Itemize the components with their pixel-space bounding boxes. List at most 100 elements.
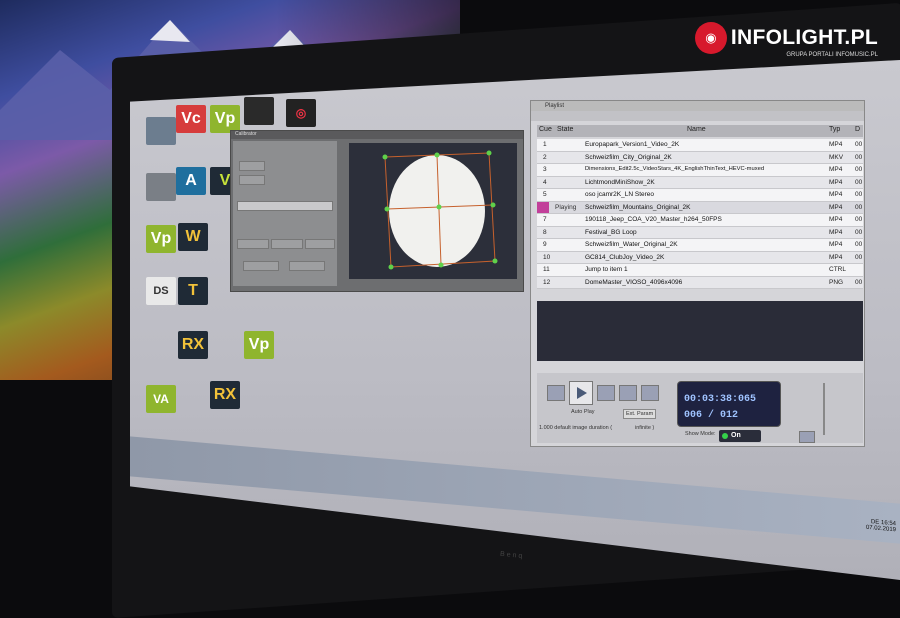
calibrator-button-6[interactable]: [243, 261, 279, 271]
row-index: 1: [543, 141, 547, 148]
taskbar-date: 07.02.2019: [865, 524, 896, 534]
row-type: MP4: [829, 253, 843, 261]
row-name: oso jcamr2K_LN Stereo: [585, 191, 655, 198]
calibrator-title: Calibrator: [231, 131, 523, 139]
vioso-player-icon[interactable]: Vp: [210, 105, 240, 133]
row-name: GC814_ClubJoy_Video_2K: [585, 253, 665, 261]
row-duration: 00: [855, 141, 863, 148]
playlist-row[interactable]: 9 Schweizfilm_Water_Original_2K MP4 00: [537, 239, 863, 252]
wings-rx-icon[interactable]: RX: [178, 331, 208, 359]
row-name: Schweizfilm_Water_Original_2K: [585, 241, 678, 248]
column-duration[interactable]: D: [855, 126, 860, 133]
row-type: MP4: [829, 228, 843, 236]
calibrator-window: Calibrator: [230, 130, 524, 292]
vioso-player-2-icon[interactable]: Vp: [146, 225, 176, 253]
stop-button[interactable]: [641, 385, 659, 401]
play-button[interactable]: [569, 381, 593, 405]
playlist-empty-area: [537, 301, 863, 361]
row-index: 2: [543, 153, 547, 161]
warp-grid[interactable]: [349, 143, 517, 279]
row-type: MP4: [829, 216, 843, 223]
show-mode-label: Show Mode:: [685, 431, 716, 437]
row-index: 10: [543, 253, 551, 261]
next-button[interactable]: [597, 385, 615, 401]
calibrator-button-5[interactable]: [305, 239, 335, 249]
row-name: Schweizfilm_City_Original_2K: [585, 153, 672, 161]
calibrator-preview[interactable]: [349, 143, 517, 279]
row-index: 5: [543, 191, 547, 198]
calibrator-button-7[interactable]: [289, 261, 325, 271]
wings-tool-icon[interactable]: [244, 97, 274, 125]
playlist-window: Playlist Cue State Name Typ D 1 Europapar…: [530, 100, 865, 447]
logo-text: INFOLIGHT.PL: [730, 26, 878, 49]
column-cue[interactable]: Cue: [539, 126, 552, 133]
playlist-row[interactable]: 12 DomeMaster_VIOSO_4096x4096 PNG 00: [537, 276, 863, 289]
playlist-row[interactable]: 4 LichtmondMiniShow_2K MP4 00: [537, 176, 863, 189]
row-name: Europapark_Version1_Video_2K: [585, 141, 680, 148]
row-index: 12: [543, 278, 551, 286]
calibrator-dropdown[interactable]: [237, 201, 333, 211]
column-type[interactable]: Typ: [829, 126, 840, 133]
row-index: 4: [543, 178, 547, 186]
auto-play-checkbox[interactable]: Auto Play: [571, 409, 595, 415]
wings-av-icon[interactable]: A: [176, 167, 206, 195]
playlist-row[interactable]: 1 Europapark_Version1_Video_2K MP4 00: [537, 139, 863, 152]
playlist-rows: 1 Europapark_Version1_Video_2K MP4 00 2 Schw…: [537, 139, 863, 289]
row-duration: 00: [855, 178, 863, 186]
row-duration: 00: [855, 203, 863, 211]
wings-icon[interactable]: W: [178, 223, 208, 251]
row-index: 3: [543, 166, 547, 173]
playlist-row[interactable]: 5 oso jcamr2K_LN Stereo MP4 00: [537, 189, 863, 202]
row-name: Schweizfilm_Mountains_Original_2K: [585, 203, 691, 211]
show-mode-toggle[interactable]: On: [719, 430, 761, 442]
playlist-row[interactable]: 11 Jump to item 1 CTRL: [537, 264, 863, 277]
row-duration: 00: [855, 253, 863, 261]
volume-slider[interactable]: [823, 383, 825, 435]
computer-icon[interactable]: [146, 117, 176, 145]
row-type: CTRL: [829, 266, 846, 273]
playlist-row[interactable]: 3 Dimensions_Edit2.5c_VideoStars_4K_Engli…: [537, 164, 863, 177]
volume-mute-button[interactable]: [799, 431, 815, 443]
row-state: Playing: [555, 203, 577, 211]
playlist-row[interactable]: 2 Schweizfilm_City_Original_2K MKV 00: [537, 151, 863, 164]
playlist-toolbar: [531, 111, 864, 121]
wings-rx-2-icon[interactable]: RX: [210, 381, 240, 409]
calibrator-button-3[interactable]: [237, 239, 269, 249]
vioso-anyblend-icon[interactable]: VA: [146, 385, 176, 413]
row-index: 7: [543, 216, 547, 223]
vioso-player-3-icon[interactable]: Vp: [244, 331, 274, 359]
row-type: MP4: [829, 166, 843, 173]
playlist-row[interactable]: 7 190118_Jeep_COA_V20_Master_h264_50FPS MP…: [537, 214, 863, 227]
playlist-row[interactable]: 8 Festival_BG Loop MP4 00: [537, 226, 863, 239]
infinite-checkbox[interactable]: infinite ): [635, 425, 654, 431]
previous-button[interactable]: [547, 385, 565, 401]
row-name: Dimensions_Edit2.5c_VideoStars_4K_Englis…: [585, 166, 765, 172]
playlist-row-playing[interactable]: Playing Schweizfilm_Mountains_Original_2K…: [537, 201, 863, 214]
recycle-bin-icon[interactable]: [146, 173, 176, 201]
playing-marker: [537, 201, 549, 213]
wings-ti-icon[interactable]: T: [178, 277, 208, 305]
cue-counter: 006 / 012: [684, 410, 739, 421]
column-name[interactable]: Name: [687, 126, 706, 133]
row-type: MP4: [829, 203, 843, 211]
row-type: PNG: [829, 278, 844, 286]
row-type: MP4: [829, 241, 843, 248]
row-type: MKV: [829, 153, 844, 161]
row-duration: 00: [855, 241, 863, 248]
vioso-calibrator-icon[interactable]: Vc: [176, 105, 206, 133]
ext-param-button[interactable]: Ext. Param: [623, 409, 657, 419]
row-duration: 00: [855, 153, 863, 161]
row-name: Jump to item 1: [585, 266, 628, 273]
calibrator-button-2[interactable]: [239, 175, 265, 185]
row-duration: 00: [855, 278, 863, 286]
pause-button[interactable]: [619, 385, 637, 401]
playlist-row[interactable]: 10 GC814_ClubJoy_Video_2K MP4 00: [537, 251, 863, 264]
row-name: Festival_BG Loop: [585, 228, 637, 236]
column-state[interactable]: State: [557, 126, 573, 133]
ds-icon[interactable]: DS: [146, 277, 176, 305]
target-app-icon[interactable]: ◎: [286, 99, 316, 127]
row-name: 190118_Jeep_COA_V20_Master_h264_50FPS: [585, 216, 722, 223]
row-duration: 00: [855, 228, 863, 236]
calibrator-button-1[interactable]: [239, 161, 265, 171]
calibrator-button-4[interactable]: [271, 239, 303, 249]
